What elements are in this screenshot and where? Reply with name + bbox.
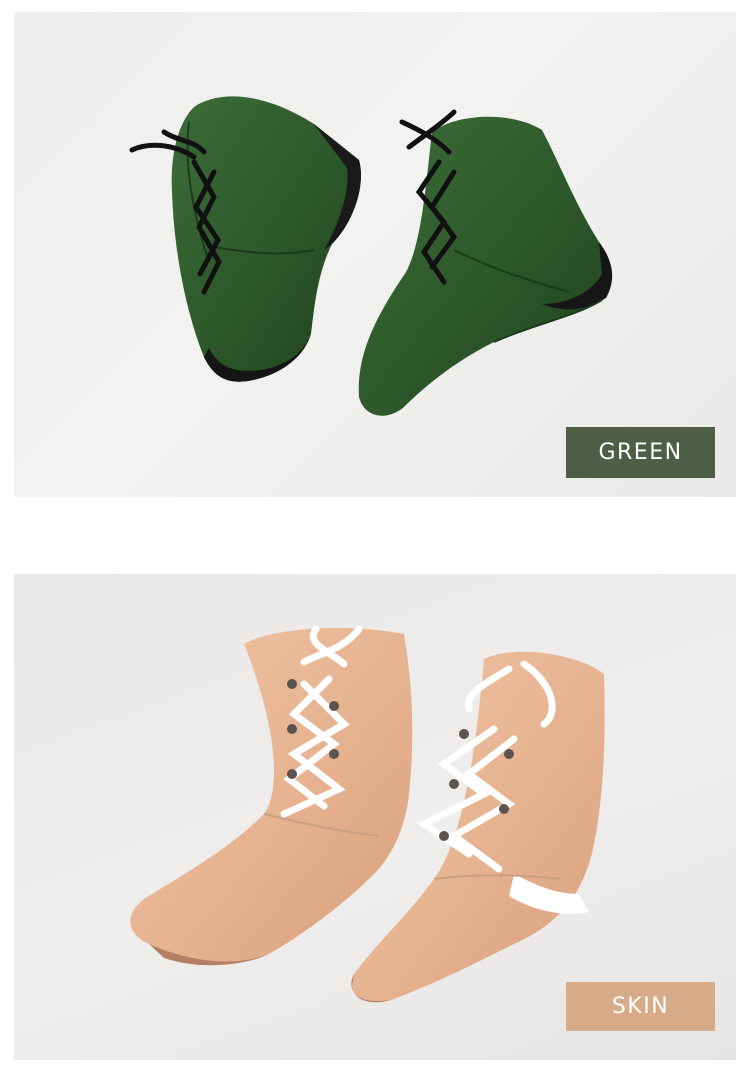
product-photo-green: GREEN <box>14 12 736 497</box>
green-boots-image <box>129 96 613 416</box>
left-green-boot <box>129 96 361 382</box>
color-label-skin: SKIN <box>566 982 715 1031</box>
product-photo-skin: SKIN <box>14 574 736 1060</box>
color-label-green: GREEN <box>566 427 715 478</box>
right-green-boot <box>358 109 613 416</box>
left-skin-boot <box>130 625 413 966</box>
